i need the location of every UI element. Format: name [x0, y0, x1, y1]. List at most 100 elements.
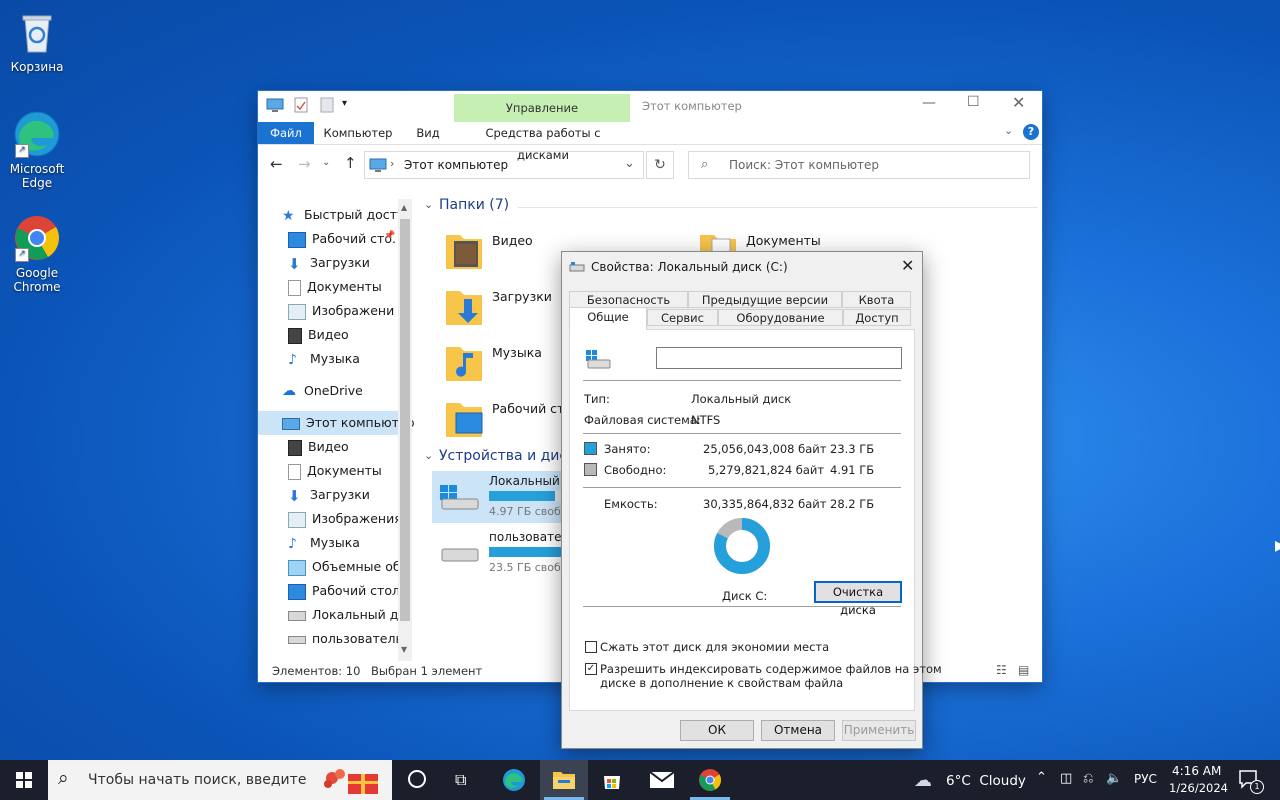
- nav-pc-documents[interactable]: Документы: [288, 459, 398, 483]
- collapse-chevron-icon[interactable]: ⌄: [424, 198, 433, 211]
- clock-time[interactable]: 4:16 AM: [1172, 764, 1221, 778]
- tiles-view-icon[interactable]: ▤: [1018, 663, 1029, 677]
- minimize-button[interactable]: —: [922, 95, 936, 111]
- quick-access-dropdown-icon[interactable]: ▾: [342, 98, 347, 109]
- manage-context-tab[interactable]: Управление: [454, 94, 630, 122]
- tab-disk-tools[interactable]: Средства работы с дисками: [458, 122, 628, 162]
- index-label-line2: диске в дополнение к свойствам файла: [600, 676, 844, 690]
- scrollbar-thumb[interactable]: [400, 219, 410, 621]
- mail-envelope-icon: [650, 772, 674, 788]
- new-folder-icon[interactable]: [320, 97, 334, 113]
- nav-pc-user-drive[interactable]: пользователь (F:: [288, 627, 398, 651]
- tab-general[interactable]: Общие: [569, 307, 647, 330]
- taskbar-search-box[interactable]: ⌕ Чтобы начать поиск, введите: [48, 760, 392, 800]
- recent-dropdown-icon[interactable]: ⌄: [322, 157, 330, 168]
- tab-previous-versions[interactable]: Предыдущие версии: [688, 291, 842, 308]
- network-icon[interactable]: ⎌: [1083, 771, 1093, 786]
- nav-pc-pictures[interactable]: Изображения: [288, 507, 398, 531]
- properties-icon[interactable]: [294, 97, 308, 113]
- video-icon: [288, 327, 302, 344]
- nav-pc-local-disk[interactable]: Локальный дис: [288, 603, 398, 627]
- forward-arrow-icon[interactable]: →: [298, 155, 311, 173]
- tab-security[interactable]: Безопасность: [569, 291, 688, 308]
- desktop-folder-icon: [288, 583, 306, 600]
- address-bar[interactable]: › Этот компьютер ⌄: [364, 151, 644, 179]
- taskbar-mail[interactable]: [638, 760, 686, 800]
- taskbar-file-explorer[interactable]: [540, 760, 588, 800]
- nav-quick-downloads[interactable]: ⬇ Загрузки: [288, 251, 398, 275]
- pictures-icon: [288, 511, 306, 528]
- tab-hardware[interactable]: Оборудование: [718, 309, 843, 326]
- maximize-button[interactable]: ☐: [967, 94, 980, 110]
- tab-quota[interactable]: Квота: [842, 291, 911, 308]
- nav-quick-documents[interactable]: Документы: [288, 275, 398, 299]
- taskbar-edge[interactable]: [490, 760, 538, 800]
- task-view-button[interactable]: ⧉: [440, 760, 488, 800]
- cortana-button[interactable]: [392, 760, 440, 800]
- language-indicator[interactable]: РУС: [1134, 772, 1157, 786]
- status-item-count: Элементов: 10: [272, 664, 361, 678]
- details-view-icon[interactable]: ☷: [996, 663, 1007, 677]
- tab-file[interactable]: Файл: [258, 122, 314, 144]
- taskbar-chrome[interactable]: [686, 760, 734, 800]
- nav-pc-videos[interactable]: Видео: [288, 435, 398, 459]
- nav-quick-videos[interactable]: Видео: [288, 323, 398, 347]
- windows-drive-icon: [436, 479, 480, 513]
- filesystem-label: Файловая система:: [584, 413, 701, 427]
- back-arrow-icon[interactable]: ←: [270, 155, 283, 173]
- recycle-bin-icon: [13, 8, 61, 56]
- search-input[interactable]: Поиск: Этот компьютер: [729, 158, 879, 172]
- apply-button[interactable]: Применить: [842, 720, 916, 741]
- devices-header[interactable]: Устройства и дис: [439, 448, 567, 464]
- drive-label-input[interactable]: [656, 347, 902, 369]
- downloads-folder-icon: [444, 283, 484, 327]
- folders-header[interactable]: Папки (7): [439, 197, 509, 213]
- meet-now-icon[interactable]: ◫: [1060, 771, 1072, 786]
- nav-pc-downloads[interactable]: ⬇ Загрузки: [288, 483, 398, 507]
- up-arrow-icon[interactable]: ↑: [344, 154, 357, 172]
- nav-quick-pictures[interactable]: Изображени: [288, 299, 398, 323]
- nav-quick-desktop[interactable]: Рабочий сто.: [288, 227, 398, 251]
- nav-quick-music[interactable]: ♪ Музыка: [288, 347, 398, 371]
- tab-computer[interactable]: Компьютер: [320, 122, 396, 144]
- compress-checkbox[interactable]: [585, 641, 597, 653]
- chevron-down-icon[interactable]: ⌄: [624, 156, 635, 171]
- drive-icon: [436, 543, 480, 567]
- desktop-icon-edge[interactable]: ↗ Microsoft Edge: [2, 110, 72, 190]
- dialog-close-button[interactable]: ✕: [901, 256, 914, 275]
- volume-muted-icon[interactable]: 🔈: [1106, 771, 1122, 786]
- free-gb: 4.91 ГБ: [830, 463, 875, 477]
- desktop-icon-chrome[interactable]: ↗ Google Chrome: [2, 214, 72, 294]
- tray-chevron-up-icon[interactable]: ⌃: [1036, 770, 1047, 785]
- tab-view[interactable]: Вид: [408, 122, 448, 144]
- tab-tools[interactable]: Сервис: [647, 309, 718, 326]
- taskbar-store[interactable]: [588, 760, 636, 800]
- search-box[interactable]: ⌕ Поиск: Этот компьютер: [688, 151, 1030, 179]
- music-note-icon: ♪: [288, 535, 297, 552]
- help-icon[interactable]: ?: [1023, 124, 1039, 140]
- ok-button[interactable]: ОК: [680, 720, 754, 741]
- taskbar-search-input[interactable]: Чтобы начать поиск, введите: [88, 772, 306, 788]
- drive-user[interactable]: пользовател 23.5 ГБ свобо: [432, 527, 572, 579]
- close-button[interactable]: ✕: [1012, 93, 1025, 112]
- weather-text[interactable]: 6°C Cloudy: [946, 773, 1026, 789]
- desktop-icon-recycle-bin[interactable]: Корзина: [2, 8, 72, 74]
- clock-date[interactable]: 1/26/2024: [1169, 781, 1228, 795]
- scroll-up-icon[interactable]: ▲: [401, 203, 407, 212]
- index-checkbox[interactable]: ✓: [585, 663, 597, 675]
- computer-icon: [266, 98, 284, 112]
- collapse-chevron-icon[interactable]: ⌄: [424, 449, 433, 462]
- scroll-down-icon[interactable]: ▼: [401, 645, 407, 654]
- nav-pc-desktop[interactable]: Рабочий стол: [288, 579, 398, 603]
- disk-cleanup-button[interactable]: Очистка диска: [814, 581, 902, 617]
- start-button[interactable]: [0, 760, 48, 800]
- drive-local-selected[interactable]: Локальный д 4.97 ГБ свобо: [432, 471, 572, 523]
- refresh-button[interactable]: ↻: [646, 151, 674, 179]
- tab-sharing[interactable]: Доступ: [843, 309, 911, 326]
- free-label: Свободно:: [604, 463, 667, 477]
- nav-scrollbar[interactable]: ▲ ▼: [398, 199, 412, 661]
- cancel-button[interactable]: Отмена: [761, 720, 835, 741]
- nav-pc-music[interactable]: ♪ Музыка: [288, 531, 398, 555]
- ribbon-expand-icon[interactable]: ⌄: [1004, 124, 1013, 137]
- nav-pc-3d-objects[interactable]: Объемные объ: [288, 555, 398, 579]
